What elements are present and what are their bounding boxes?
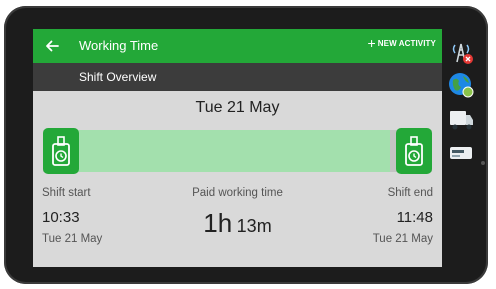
back-button[interactable] [41, 35, 63, 57]
section-title: Shift Overview [79, 70, 157, 84]
paid-working-time: 1h 13m [153, 208, 322, 239]
shift-start-marker[interactable] [43, 128, 79, 174]
shift-start-label: Shift start [42, 187, 91, 199]
shift-start-icon [52, 136, 70, 166]
new-activity-button[interactable]: + NEW ACTIVITY [367, 35, 436, 51]
page-title: Working Time [79, 38, 159, 53]
timeline-work-segment [53, 130, 390, 172]
paid-minutes: 13m [236, 216, 272, 236]
device-sensor [481, 161, 485, 165]
shift-timeline[interactable] [43, 128, 432, 174]
card-reader-icon[interactable] [447, 139, 475, 167]
status-rail [443, 29, 480, 267]
signal-tower-icon[interactable] [447, 37, 475, 65]
truck-icon[interactable] [447, 105, 475, 133]
section-header: Shift Overview [33, 63, 442, 91]
app-bar: Working Time + NEW ACTIVITY [33, 29, 442, 63]
new-activity-label: NEW ACTIVITY [377, 38, 436, 48]
globe-icon[interactable] [447, 71, 475, 99]
shift-end-icon [405, 136, 423, 166]
shift-start-time: 10:33 [42, 209, 80, 226]
paid-hours: 1h [203, 208, 233, 238]
app-screen: Working Time + NEW ACTIVITY Shift Overvi… [33, 29, 442, 267]
shift-end-label: Shift end [387, 187, 433, 199]
plus-icon: + [367, 35, 376, 51]
shift-end-time: 11:48 [396, 209, 433, 226]
arrow-left-icon [46, 40, 59, 52]
shift-end-date: Tue 21 May [372, 233, 433, 245]
shift-date: Tue 21 May [195, 99, 280, 116]
paid-time-label: Paid working time [192, 187, 283, 199]
shift-end-marker[interactable] [396, 128, 432, 174]
shift-start-date: Tue 21 May [42, 233, 103, 245]
